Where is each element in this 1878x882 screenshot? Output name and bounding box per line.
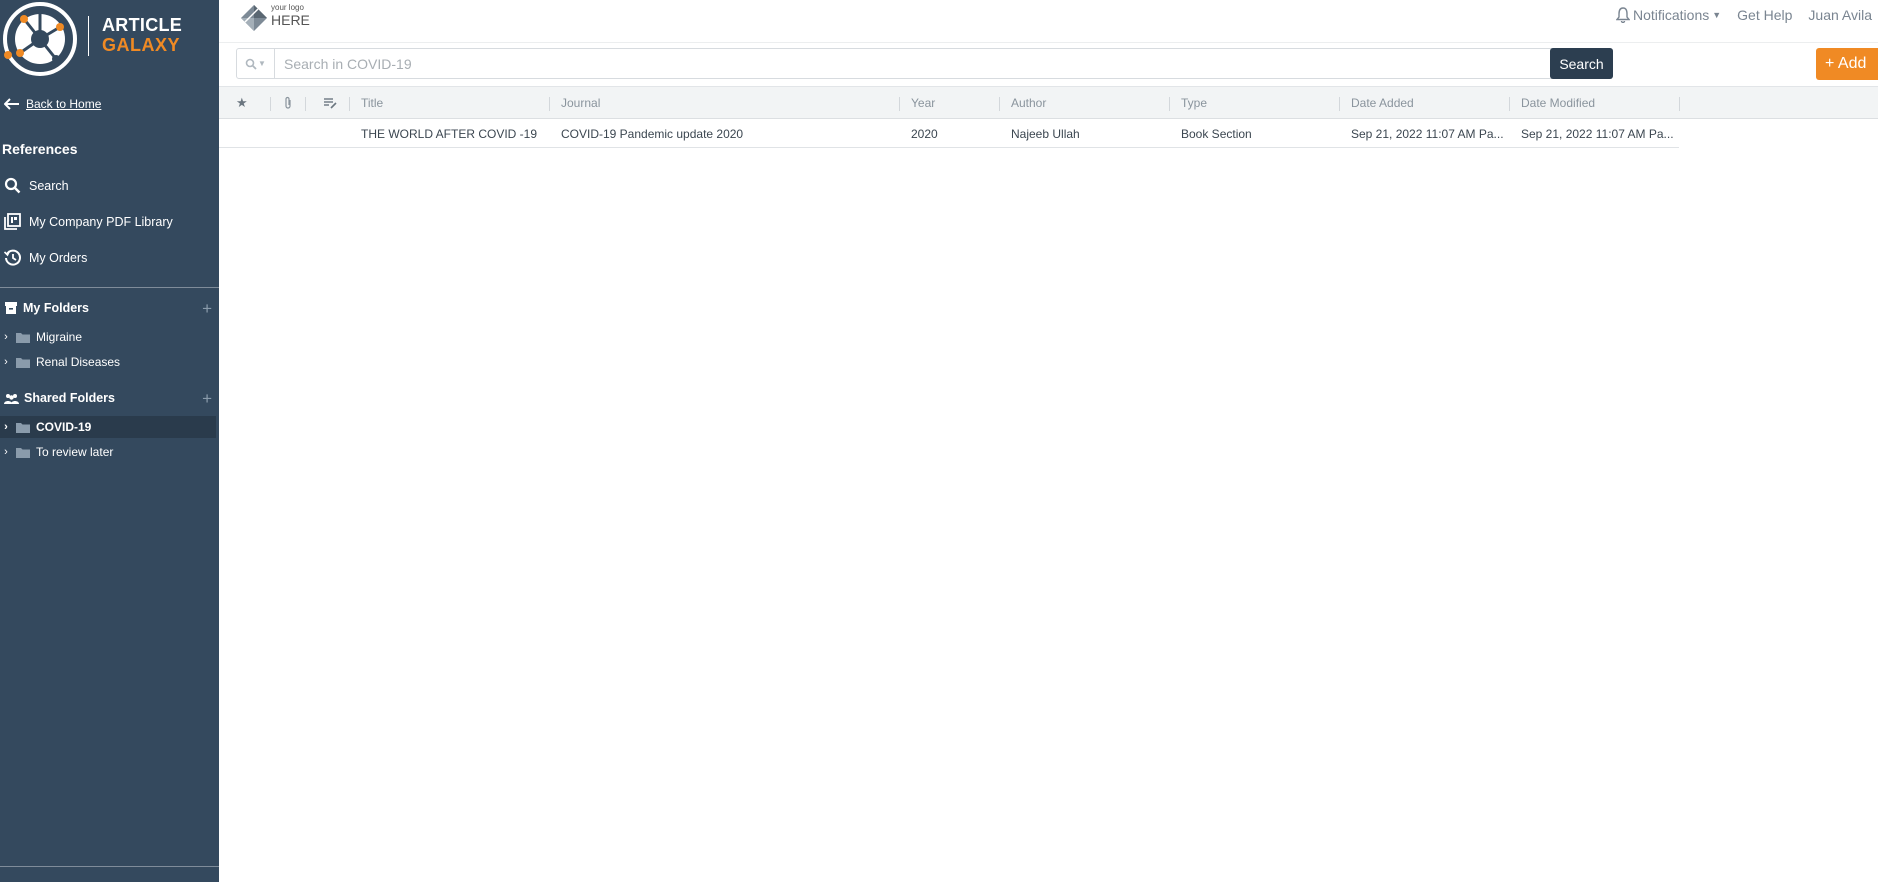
folder-label: Renal Diseases <box>36 355 121 369</box>
folder-item-to-review-later[interactable]: › To review later <box>0 441 216 463</box>
cell-title: THE WORLD AFTER COVID -19 <box>361 126 538 141</box>
archive-icon <box>5 302 17 314</box>
notes-icon <box>324 98 337 109</box>
caret-down-icon: ▼ <box>1712 10 1722 20</box>
chevron-right-icon[interactable]: › <box>2 356 10 368</box>
users-icon <box>4 393 19 404</box>
cell-journal: COVID-19 Pandemic update 2020 <box>561 126 744 141</box>
column-header-journal[interactable]: Journal <box>551 87 901 119</box>
top-links: Notifications ▼ Get Help Juan Avila <box>1615 7 1872 23</box>
column-divider <box>1509 97 1510 111</box>
chevron-right-icon[interactable]: › <box>2 446 10 458</box>
folder-label: To review later <box>36 445 114 459</box>
folder-label: Migraine <box>36 330 83 344</box>
column-header-year[interactable]: Year <box>901 87 1001 119</box>
references-heading: References <box>2 141 78 157</box>
caret-down-icon: ▼ <box>258 59 266 68</box>
search-bar: ▼ <box>236 48 1613 79</box>
folder-icon <box>16 332 30 343</box>
cell-date-added: Sep 21, 2022 11:07 AM Pa... <box>1351 126 1504 141</box>
star-icon: ★ <box>236 95 248 110</box>
folder-icon <box>16 357 30 368</box>
column-divider <box>1339 97 1340 111</box>
sidebar: ARTICLE GALAXY Back to Home References S… <box>0 0 219 882</box>
logo-big-text: HERE <box>271 12 310 28</box>
folder-item-renal-diseases[interactable]: › Renal Diseases <box>0 351 216 373</box>
brand-divider <box>88 16 89 56</box>
folder-icon <box>16 422 30 433</box>
sidebar-bottom-divider <box>0 866 219 867</box>
shared-folders-label: Shared Folders <box>24 391 115 405</box>
column-divider <box>349 97 350 111</box>
top-header: your logo HERE Notifications ▼ Get Help … <box>219 0 1878 43</box>
column-divider <box>270 97 271 111</box>
sidebar-item-label: Search <box>29 178 69 193</box>
my-folders-label: My Folders <box>23 301 89 315</box>
cell-type: Book Section <box>1181 126 1252 141</box>
column-header-author[interactable]: Author <box>1001 87 1171 119</box>
back-to-home-label: Back to Home <box>26 97 102 111</box>
company-logo[interactable]: your logo HERE <box>239 2 319 34</box>
folder-label: COVID-19 <box>36 420 92 434</box>
chevron-right-icon[interactable]: › <box>2 331 10 343</box>
column-divider <box>899 97 900 111</box>
search-icon <box>4 177 21 194</box>
brand[interactable]: ARTICLE GALAXY <box>0 0 219 78</box>
cell-year: 2020 <box>911 126 938 141</box>
brand-name-line2: GALAXY <box>102 35 181 55</box>
folder-item-migraine[interactable]: › Migraine <box>0 326 216 348</box>
shared-folders-heading: Shared Folders <box>4 391 115 405</box>
pdf-library-icon <box>4 213 21 230</box>
column-header-title[interactable]: Title <box>351 87 551 119</box>
back-to-home-link[interactable]: Back to Home <box>4 97 101 111</box>
cell-date-modified: Sep 21, 2022 11:07 AM Pa... <box>1521 126 1674 141</box>
column-divider <box>999 97 1000 111</box>
notifications-menu[interactable]: Notifications ▼ <box>1615 7 1722 23</box>
sidebar-item-pdf-library[interactable]: My Company PDF Library <box>4 213 173 230</box>
sidebar-item-label: My Company PDF Library <box>29 214 173 229</box>
add-shared-folder-button[interactable]: + <box>202 390 212 407</box>
history-icon <box>4 249 21 266</box>
cell-author: Najeeb Ullah <box>1011 126 1080 141</box>
add-my-folder-button[interactable]: + <box>202 300 212 317</box>
sidebar-divider <box>0 287 219 288</box>
favorite-column-header[interactable]: ★ <box>226 87 252 119</box>
sidebar-item-my-orders[interactable]: My Orders <box>4 249 87 266</box>
column-header-date-added[interactable]: Date Added <box>1341 87 1511 119</box>
folder-item-covid-19[interactable]: › COVID-19 <box>0 416 216 438</box>
column-divider <box>549 97 550 111</box>
paperclip-icon <box>285 96 291 109</box>
notifications-label: Notifications <box>1632 7 1710 23</box>
attachment-column-header[interactable] <box>273 87 303 119</box>
chevron-right-icon[interactable]: › <box>2 421 10 433</box>
brand-name-line1: ARTICLE <box>102 15 183 35</box>
sidebar-item-label: My Orders <box>29 250 88 265</box>
notes-column-header[interactable] <box>313 87 343 119</box>
user-menu[interactable]: Juan Avila <box>1808 7 1872 23</box>
search-button[interactable]: Search <box>1550 48 1613 79</box>
company-logo-icon <box>241 5 267 31</box>
search-input[interactable] <box>275 49 1587 78</box>
article-galaxy-logo-icon <box>3 2 77 76</box>
get-help-link[interactable]: Get Help <box>1737 7 1792 23</box>
logo-small-text: your logo <box>271 3 304 12</box>
add-button[interactable]: + Add <box>1816 48 1878 80</box>
sidebar-item-search[interactable]: Search <box>4 177 69 194</box>
column-divider <box>1679 97 1680 111</box>
search-options-dropdown[interactable]: ▼ <box>237 49 275 78</box>
table-header: ★ Title Journal Year Author Type Date Ad… <box>219 86 1878 119</box>
table-row[interactable]: THE WORLD AFTER COVID -19 COVID-19 Pande… <box>219 120 1679 148</box>
column-divider <box>305 97 306 111</box>
column-divider <box>1169 97 1170 111</box>
search-icon <box>245 58 257 70</box>
bell-icon <box>1615 7 1630 23</box>
arrow-left-icon <box>4 98 19 110</box>
column-header-date-modified[interactable]: Date Modified <box>1511 87 1679 119</box>
my-folders-heading: My Folders <box>4 301 89 315</box>
column-header-type[interactable]: Type <box>1171 87 1341 119</box>
folder-icon <box>16 447 30 458</box>
